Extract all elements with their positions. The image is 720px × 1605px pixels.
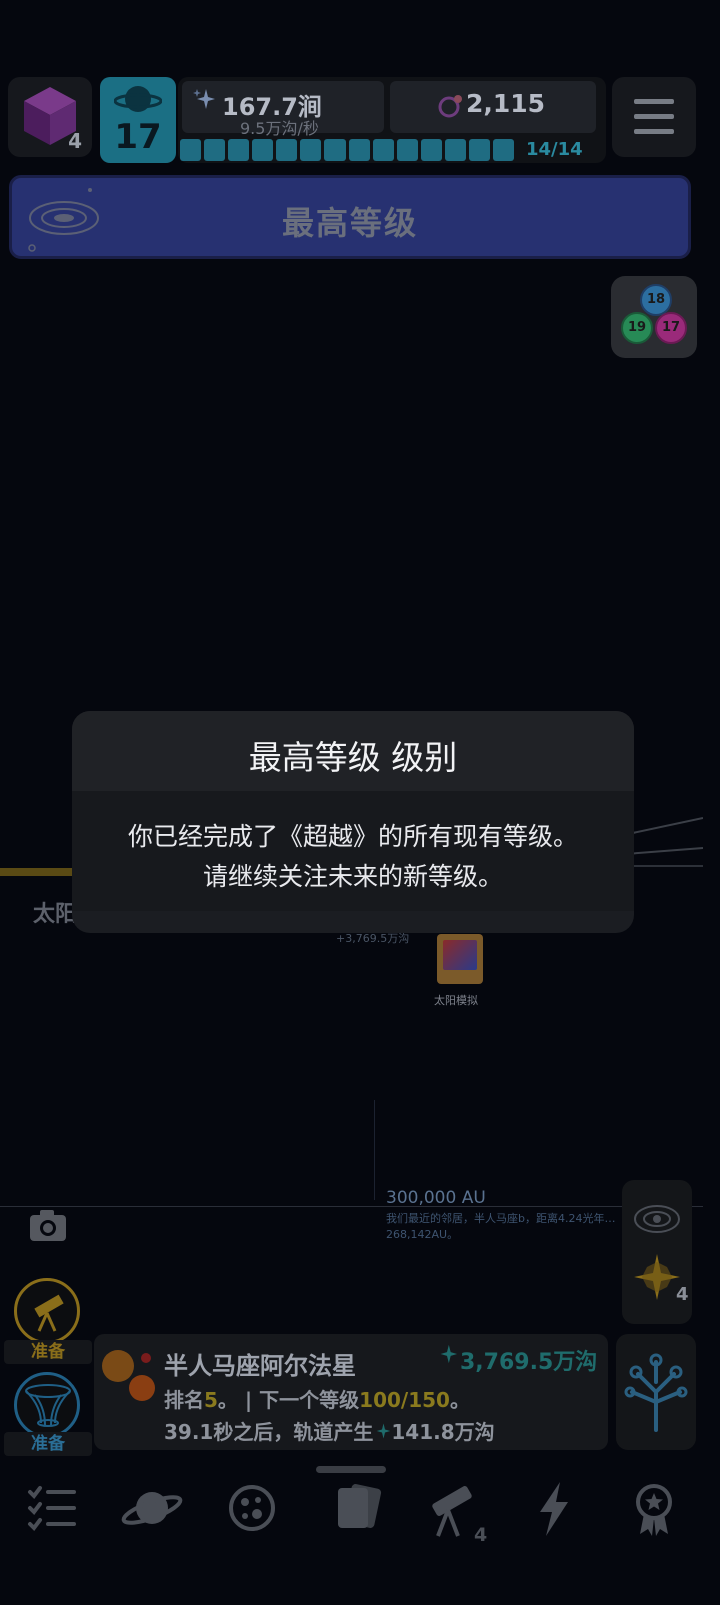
sun-simulation-card[interactable] <box>437 934 483 984</box>
level-button[interactable]: 17 <box>100 77 176 163</box>
star-icon[interactable] <box>634 1254 680 1300</box>
progress-segment <box>372 139 394 161</box>
progress-segment <box>444 139 466 161</box>
distance-note: 我们最近的邻居，半人马座b，距离4.24光年… <box>386 1212 616 1225</box>
moon-icon <box>229 1485 275 1531</box>
sparkle-icon <box>193 89 215 109</box>
bubble-level: 18 <box>640 284 672 316</box>
star-orbit-line: 39.1秒之后，轨道产生 141.8万沟 <box>164 1416 495 1445</box>
nav-boosts[interactable] <box>514 1480 594 1540</box>
dialog-title: 最高等级 级别 <box>248 738 458 777</box>
rank-end: 。 <box>449 1388 470 1412</box>
wormhole-icon <box>25 1384 71 1427</box>
horizon-line <box>0 1206 703 1207</box>
money-display[interactable]: 167.7涧 9.5万沟/秒 <box>182 81 384 138</box>
planet-nav-icon <box>121 1492 183 1525</box>
wormhole-button[interactable] <box>14 1372 80 1438</box>
dialog-message-line: 请继续关注未来的新等级。 <box>202 862 503 891</box>
gem-value: 2,115 <box>466 89 546 118</box>
distance-note: 268,142AU。 <box>386 1228 459 1241</box>
money-rate: 9.5万沟/秒 <box>240 119 319 138</box>
wormhole-ready-label[interactable]: 准备 <box>4 1432 92 1456</box>
star-value: 3,769.5万沟 <box>460 1350 598 1375</box>
max-level-dialog[interactable]: 最高等级 级别 你已经完成了《超越》的所有现有等级。 请继续关注未来的新等级。 <box>72 711 634 933</box>
camera-icon[interactable] <box>28 1207 68 1243</box>
progress-segment <box>300 139 322 161</box>
distance-label: 300,000 AU <box>386 1188 486 1208</box>
progress-segment <box>493 139 515 161</box>
progress-segment <box>204 139 226 161</box>
telescope-icon <box>34 1294 64 1332</box>
rank-prefix: 排名 <box>164 1388 204 1412</box>
lightning-icon <box>540 1482 568 1536</box>
progress-segment <box>276 139 298 161</box>
star-system-icon <box>102 1350 155 1401</box>
rank-suffix: 。 | 下一个等级 <box>217 1388 360 1412</box>
prestige-levels-button[interactable]: 18 19 17 <box>611 276 697 358</box>
right-tools: 4 <box>622 1180 692 1324</box>
planet-icon <box>114 86 162 112</box>
progress-segment <box>252 139 274 161</box>
progress-segment <box>180 139 202 161</box>
tree-icon <box>624 1353 688 1432</box>
orbit-text: 39.1秒之后，轨道产生 <box>164 1420 374 1444</box>
telescope-ready-label[interactable]: 准备 <box>4 1340 92 1364</box>
star-count: 4 <box>676 1284 689 1305</box>
progress-segment <box>348 139 370 161</box>
stats-panel: 167.7涧 9.5万沟/秒 2,115 14/14 <box>178 77 606 163</box>
award-icon <box>636 1484 672 1536</box>
max-level-banner[interactable]: 最高等级 <box>9 175 691 259</box>
nav-moons[interactable] <box>212 1480 292 1540</box>
distance-marker <box>374 1100 375 1200</box>
telescope-count: 4 <box>474 1524 488 1546</box>
progress-segment <box>396 139 418 161</box>
star-info-card[interactable]: 半人马座阿尔法星 3,769.5万沟 排名5。 | 下一个等级100/150。 … <box>94 1334 608 1450</box>
nav-planets[interactable] <box>112 1480 192 1540</box>
player-level: 17 <box>114 117 162 157</box>
nav-cards[interactable] <box>314 1480 394 1540</box>
upgrade-tree-button[interactable] <box>616 1334 696 1450</box>
level-progress-bar <box>180 139 515 161</box>
cube-button[interactable]: 4 <box>8 77 92 157</box>
list-icon <box>28 1486 76 1532</box>
banner-title: 最高等级 <box>281 204 418 242</box>
sparkle-icon <box>377 1423 391 1439</box>
cube-count: 4 <box>68 129 82 153</box>
bubble-level: 17 <box>655 312 687 344</box>
drawer-handle[interactable] <box>316 1466 386 1473</box>
sparkle-icon <box>440 1344 458 1364</box>
bubble-level: 19 <box>621 312 653 344</box>
telescope-button[interactable] <box>14 1278 80 1344</box>
sun-simulation-label: 太阳模拟 <box>434 994 478 1007</box>
dialog-body: 你已经完成了《超越》的所有现有等级。 请继续关注未来的新等级。 <box>72 791 634 911</box>
orbit-value: 141.8万沟 <box>391 1420 495 1444</box>
progress-segment <box>228 139 250 161</box>
rank-value: 5 <box>204 1388 218 1412</box>
progress-segment <box>420 139 442 161</box>
gem-display[interactable]: 2,115 <box>390 81 596 133</box>
menu-button[interactable] <box>612 77 696 157</box>
nav-achievements[interactable] <box>614 1480 694 1540</box>
next-level-progress: 100/150 <box>359 1388 450 1412</box>
star-rank-line: 排名5。 | 下一个等级100/150。 <box>164 1384 470 1413</box>
cards-icon <box>338 1484 382 1528</box>
galaxy-orbit-icon[interactable] <box>632 1200 682 1238</box>
nav-quests[interactable] <box>12 1480 92 1540</box>
progress-segment <box>468 139 491 161</box>
sun-label: 太阳 <box>33 902 78 927</box>
dialog-header: 最高等级 级别 <box>72 711 634 791</box>
dialog-message-line: 你已经完成了《超越》的所有现有等级。 <box>127 822 578 851</box>
progress-segment <box>324 139 346 161</box>
gem-icon <box>438 95 462 118</box>
star-name: 半人马座阿尔法星 <box>164 1352 356 1380</box>
level-progress-text: 14/14 <box>526 139 583 160</box>
orbit-line <box>0 868 72 876</box>
